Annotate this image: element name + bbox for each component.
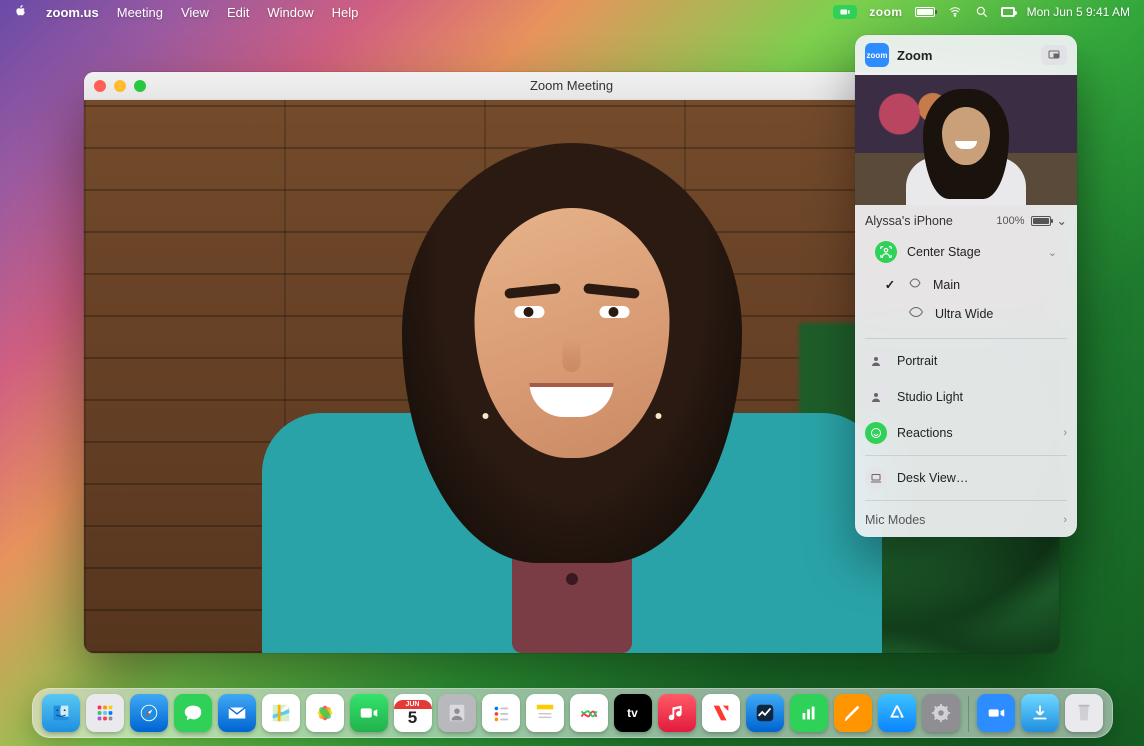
dock-mail[interactable] [218, 694, 256, 732]
studio-light-label: Studio Light [897, 390, 1067, 404]
close-button[interactable] [94, 80, 106, 92]
video-effects-panel: zoom Zoom Alyssa's iPhone 100% ⌄ [855, 35, 1077, 537]
calendar-day: 5 [408, 709, 417, 726]
menubar: zoom.us Meeting View Edit Window Help zo… [0, 0, 1144, 24]
dock-trash[interactable] [1065, 694, 1103, 732]
center-stage-label: Center Stage [907, 245, 1038, 259]
dock-stocks[interactable] [746, 694, 784, 732]
dock: JUN5 tv [0, 688, 1144, 738]
dock-downloads[interactable] [1021, 694, 1059, 732]
center-stage-row[interactable]: Center Stage ⌄ [865, 234, 1067, 270]
fullscreen-button[interactable] [134, 80, 146, 92]
portrait-icon [865, 350, 887, 372]
dock-reminders[interactable] [482, 694, 520, 732]
dock-system-settings[interactable] [922, 694, 960, 732]
dock-finder[interactable] [42, 694, 80, 732]
portrait-label: Portrait [897, 354, 1067, 368]
dock-contacts[interactable] [438, 694, 476, 732]
dock-news[interactable] [702, 694, 740, 732]
battery-icon [1031, 216, 1051, 226]
center-stage-icon [875, 241, 897, 263]
zoom-app-icon: zoom [865, 43, 889, 67]
battery-status-icon[interactable] [915, 7, 935, 17]
option-ultrawide-label: Ultra Wide [935, 307, 1057, 321]
studio-light-row[interactable]: Studio Light [855, 379, 1077, 415]
checkmark-icon: ✓ [883, 277, 897, 292]
chevron-right-icon: › [1063, 514, 1067, 526]
dock-messages[interactable] [174, 694, 212, 732]
dock-app-store[interactable] [878, 694, 916, 732]
portrait-row[interactable]: Portrait [855, 343, 1077, 379]
chevron-down-icon: ⌄ [1057, 213, 1067, 228]
dock-pages[interactable] [834, 694, 872, 732]
dock-launchpad[interactable] [86, 694, 124, 732]
dock-notes[interactable] [526, 694, 564, 732]
lens-wide-icon [907, 306, 925, 321]
camera-in-use-app[interactable]: zoom [869, 5, 902, 19]
lens-icon [907, 277, 923, 292]
menu-window[interactable]: Window [267, 5, 313, 20]
chevron-down-icon: ⌄ [1048, 246, 1057, 259]
dock-separator [968, 696, 969, 732]
pip-icon [1047, 49, 1061, 61]
video-icon [839, 7, 851, 17]
reactions-label: Reactions [897, 426, 1053, 440]
dock-photos[interactable] [306, 694, 344, 732]
panel-app-name: Zoom [897, 48, 1033, 63]
dock-numbers[interactable] [790, 694, 828, 732]
center-stage-option-ultrawide[interactable]: Ultra Wide [873, 299, 1067, 328]
window-title: Zoom Meeting [530, 78, 613, 93]
wifi-icon[interactable] [947, 6, 963, 18]
device-row[interactable]: Alyssa's iPhone 100% ⌄ [865, 211, 1067, 234]
desk-view-label: Desk View… [897, 471, 1067, 485]
chevron-right-icon: › [1063, 427, 1067, 439]
reactions-icon [865, 422, 887, 444]
dock-freeform[interactable] [570, 694, 608, 732]
camera-in-use-pill[interactable] [833, 5, 857, 19]
dock-maps[interactable] [262, 694, 300, 732]
menu-view[interactable]: View [181, 5, 209, 20]
menubar-datetime[interactable]: Mon Jun 5 9:41 AM [1027, 5, 1130, 19]
minimize-button[interactable] [114, 80, 126, 92]
dock-tv[interactable]: tv [614, 694, 652, 732]
device-battery-pct: 100% [996, 215, 1024, 227]
studio-light-icon [865, 386, 887, 408]
mic-modes-row[interactable]: Mic Modes › [855, 505, 1077, 537]
video-subject [262, 113, 882, 653]
menu-meeting[interactable]: Meeting [117, 5, 163, 20]
desk-view-icon [865, 467, 887, 489]
desk-view-row[interactable]: Desk View… [855, 460, 1077, 496]
spotlight-icon[interactable] [975, 5, 989, 19]
app-menu-title[interactable]: zoom.us [46, 5, 99, 20]
mic-modes-label: Mic Modes [865, 513, 925, 527]
desktop: zoom.us Meeting View Edit Window Help zo… [0, 0, 1144, 746]
dock-safari[interactable] [130, 694, 168, 732]
menu-edit[interactable]: Edit [227, 5, 249, 20]
dock-zoom-app[interactable] [977, 694, 1015, 732]
dock-calendar[interactable]: JUN5 [394, 694, 432, 732]
dock-facetime[interactable] [350, 694, 388, 732]
camera-preview [855, 75, 1077, 205]
option-main-label: Main [933, 278, 1057, 292]
reactions-row[interactable]: Reactions › [855, 415, 1077, 451]
dock-music[interactable] [658, 694, 696, 732]
menu-help[interactable]: Help [332, 5, 359, 20]
control-center-icon[interactable] [1001, 7, 1015, 17]
apple-menu[interactable] [14, 4, 28, 21]
center-stage-option-main[interactable]: ✓ Main [873, 270, 1067, 299]
device-name: Alyssa's iPhone [865, 214, 990, 228]
undock-button[interactable] [1041, 45, 1067, 65]
traffic-lights [94, 80, 146, 92]
